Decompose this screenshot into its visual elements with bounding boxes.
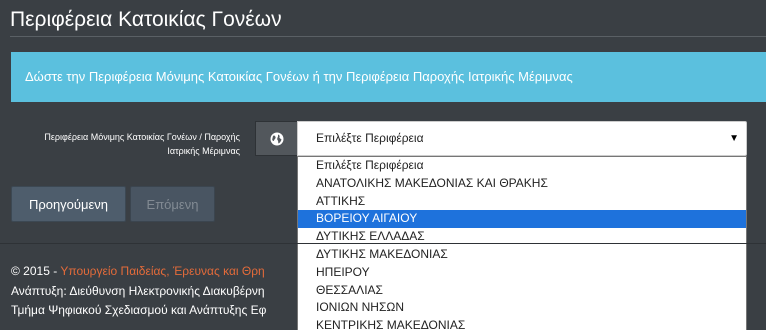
footer-copyright-line: © 2015 - Υπουργείο Παιδείας, Έρευνας και… [11,264,265,278]
dropdown-option[interactable]: ΙΟΝΙΩΝ ΝΗΣΩΝ [298,299,746,317]
next-button[interactable]: Επόμενη [130,186,215,222]
dropdown-option[interactable]: ΚΕΝΤΡΙΚΗΣ ΜΑΚΕΔΟΝΙΑΣ [298,317,746,330]
footer-development-line: Ανάπτυξη: Διεύθυνση Ηλεκτρονικής Διακυβέ… [11,284,265,298]
globe-icon [270,132,283,145]
dropdown-option[interactable]: ΑΝΑΤΟΛΙΚΗΣ ΜΑΚΕΔΟΝΙΑΣ ΚΑΙ ΘΡΑΚΗΣ [298,175,746,193]
footer-divider [0,243,766,244]
region-field-label-line2: Ιατρικής Μέριμνας [167,146,240,156]
copyright-text: © 2015 - [11,264,58,278]
region-field-label-line1: Περιφέρεια Μόνιμης Κατοικίας Γονέων / Πα… [44,132,240,142]
dropdown-option[interactable]: ΑΤΤΙΚΗΣ [298,193,746,211]
dropdown-option[interactable]: ΘΕΣΣΑΛΙΑΣ [298,282,746,300]
ministry-link[interactable]: Υπουργείο Παιδείας, Έρευνας και Θρη [60,264,264,278]
dropdown-option-highlighted[interactable]: ΒΟΡΕΙΟΥ ΑΙΓΑΙΟΥ [298,210,746,229]
footer-department-line: Τμήμα Ψηφιακού Σχεδιασμού και Ανάπτυξης … [11,303,267,317]
previous-button[interactable]: Προηγούμενη [11,186,126,222]
globe-addon [255,121,297,156]
chevron-down-icon: ▼ [729,133,739,144]
dropdown-option[interactable]: Επιλέξτε Περιφέρεια [298,157,746,175]
region-field-label: Περιφέρεια Μόνιμης Κατοικίας Γονέων / Πα… [0,130,240,158]
region-select-value: Επιλέξτε Περιφέρεια [316,131,424,145]
title-divider [10,36,766,37]
dropdown-option[interactable]: ΗΠΕΙΡΟΥ [298,264,746,282]
dropdown-option[interactable]: ΔΥΤΙΚΗΣ ΜΑΚΕΔΟΝΙΑΣ [298,246,746,264]
page-title: Περιφέρεια Κατοικίας Γονέων [10,8,282,31]
region-select[interactable]: Επιλέξτε Περιφέρεια ▼ [297,121,747,156]
info-alert: Δώστε την Περιφέρεια Μόνιμης Κατοικίας Γ… [11,52,766,102]
